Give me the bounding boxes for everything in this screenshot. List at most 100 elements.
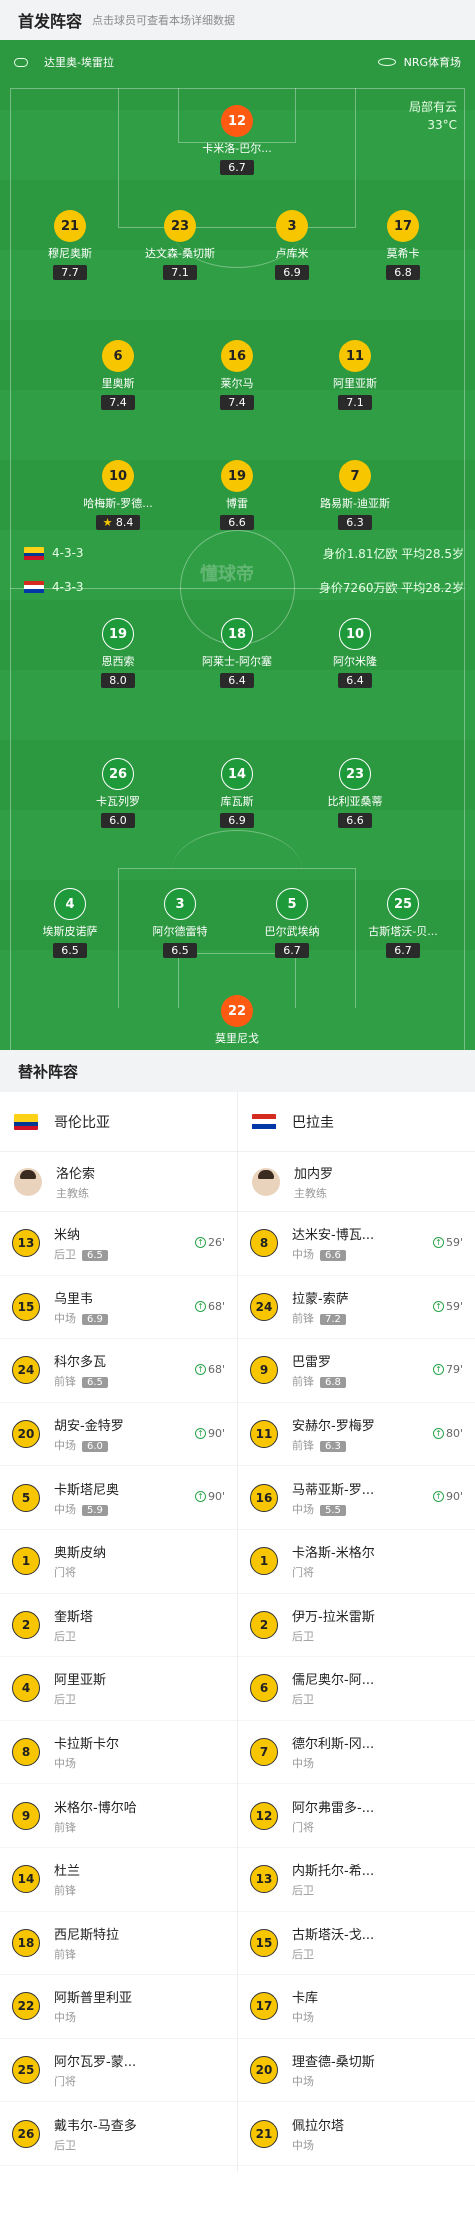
bench-player-row[interactable]: 22 阿斯普里利亚 中场: [0, 1975, 237, 2039]
home-player[interactable]: 16 莱尔马 7.4: [182, 340, 292, 410]
jersey-number: 4: [54, 888, 86, 920]
away-player[interactable]: 26 卡瓦列罗 6.0: [63, 758, 173, 828]
bench-player-row[interactable]: 11 安赫尔-罗梅罗 前锋 6.3 ↑ 80': [238, 1403, 475, 1467]
player-name: 科尔多瓦: [54, 1355, 107, 1371]
bench-player-row[interactable]: 4 阿里亚斯 后卫: [0, 1657, 237, 1721]
bench-player-row[interactable]: 2 奎斯塔 后卫: [0, 1594, 237, 1658]
bench-player-row[interactable]: 17 卡库 中场: [238, 1975, 475, 2039]
jersey-number: 18: [12, 1928, 40, 1957]
home-player[interactable]: 21 穆尼奥斯 7.7: [15, 210, 125, 280]
bench-player-row[interactable]: 9 米格尔-博尔哈 前锋: [0, 1784, 237, 1848]
away-bench: 巴拉圭 加内罗 主教练 8 达米安-博瓦... 中场 6.6 ↑ 59' 24 拉蒙-索萨 前锋…: [238, 1092, 475, 2172]
star-icon: ★: [102, 516, 116, 529]
player-name: 哈梅斯-罗德...: [83, 497, 153, 510]
bench-player-row[interactable]: 15 乌里韦 中场 6.9 ↑ 68': [0, 1276, 237, 1340]
bench-player-row[interactable]: 13 米纳 后卫 6.5 ↑ 26': [0, 1212, 237, 1276]
jersey-number: 21: [250, 2119, 278, 2148]
away-player[interactable]: 19 恩西索 8.0: [63, 618, 173, 688]
player-position: 中场: [292, 2138, 314, 2152]
player-position: 后卫: [292, 1884, 314, 1898]
sub-on-indicator: ↑ 59': [432, 1236, 463, 1249]
jersey-number: 5: [12, 1483, 40, 1512]
home-player[interactable]: 23 达文森-桑切斯 7.1: [125, 210, 235, 280]
player-rating: 6.9: [82, 1313, 108, 1325]
bench-player-row[interactable]: 8 卡拉斯卡尔 中场: [0, 1721, 237, 1785]
stadium-icon: [377, 58, 396, 66]
bench-player-row[interactable]: 24 科尔多瓦 前锋 6.5 ↑ 68': [0, 1339, 237, 1403]
bench-player-row[interactable]: 9 巴雷罗 前锋 6.8 ↑ 79': [238, 1339, 475, 1403]
bench-player-row[interactable]: 7 德尔利斯-冈... 中场: [238, 1721, 475, 1785]
bench-player-row[interactable]: 20 理查德-桑切斯 中场: [238, 2039, 475, 2103]
player-name: 乌里韦: [54, 1291, 94, 1307]
bench-player-row[interactable]: 20 胡安-金特罗 中场 6.0 ↑ 90': [0, 1403, 237, 1467]
player-position: 中场: [292, 1757, 314, 1771]
bench-player-row[interactable]: 8 达米安-博瓦... 中场 6.6 ↑ 59': [238, 1212, 475, 1276]
away-player[interactable]: 4 埃斯皮诺萨 6.5: [15, 888, 125, 958]
home-player[interactable]: 7 路易斯-迪亚斯 6.3: [300, 460, 410, 530]
player-name: 卡瓦列罗: [96, 795, 140, 808]
player-name: 巴雷罗: [292, 1355, 332, 1371]
away-coach[interactable]: 加内罗 主教练: [238, 1152, 475, 1212]
bench-player-row[interactable]: 2 伊万-拉米雷斯 后卫: [238, 1594, 475, 1658]
home-player[interactable]: 10 哈梅斯-罗德... ★ 8.4: [63, 460, 173, 530]
bench-player-row[interactable]: 26 戴韦尔-马查多 后卫: [0, 2102, 237, 2166]
home-player[interactable]: 12 卡米洛-巴尔... 6.7: [182, 105, 292, 175]
rating-value: 6.0: [109, 814, 127, 827]
player-rating: 6.8: [386, 265, 420, 280]
player-position: 中场: [292, 2011, 314, 2025]
bench-player-row[interactable]: 14 杜兰 前锋: [0, 1848, 237, 1912]
bench-player-row[interactable]: 18 西尼斯特拉 前锋: [0, 1912, 237, 1976]
away-player[interactable]: 3 阿尔德雷特 6.5: [125, 888, 235, 958]
player-rating: ★ 8.4: [95, 515, 141, 530]
bench-player-row[interactable]: 1 卡洛斯-米格尔 门将: [238, 1530, 475, 1594]
away-player[interactable]: 18 阿莱士-阿尔塞 6.4: [182, 618, 292, 688]
player-name: 胡安-金特罗: [54, 1419, 124, 1435]
player-rating: 6.7: [386, 943, 420, 958]
home-team-name: 哥伦比亚: [54, 1114, 110, 1131]
jersey-number: 24: [250, 1292, 278, 1321]
bench-player-row[interactable]: 15 古斯塔沃-戈... 后卫: [238, 1912, 475, 1976]
player-position: 中场: [54, 1439, 76, 1453]
home-bench-team[interactable]: 哥伦比亚: [0, 1092, 237, 1152]
player-position: 前锋: [292, 1375, 314, 1389]
bench-player-row[interactable]: 5 卡斯塔尼奥 中场 5.9 ↑ 90': [0, 1466, 237, 1530]
jersey-number: 11: [339, 340, 371, 372]
jersey-number: 7: [250, 1738, 278, 1767]
away-player[interactable]: 10 阿尔米隆 6.4: [300, 618, 410, 688]
player-rating: 7.7: [53, 265, 87, 280]
away-player[interactable]: 23 比利亚桑蒂 6.6: [300, 758, 410, 828]
rating-value: 7.4: [228, 396, 246, 409]
jersey-number: 22: [221, 995, 253, 1027]
away-player[interactable]: 5 巴尔武埃纳 6.7: [237, 888, 347, 958]
bench-player-row[interactable]: 16 马蒂亚斯-罗... 中场 5.5 ↑ 90': [238, 1466, 475, 1530]
bench-player-row[interactable]: 12 阿尔弗雷多-... 门将: [238, 1784, 475, 1848]
home-player[interactable]: 6 里奥斯 7.4: [63, 340, 173, 410]
referee-info: 达里奥-埃雷拉: [14, 54, 114, 70]
away-player[interactable]: 25 古斯塔沃-贝... 6.7: [348, 888, 458, 958]
bench-player-row[interactable]: 24 拉蒙-索萨 前锋 7.2 ↑ 59': [238, 1276, 475, 1340]
home-player[interactable]: 3 卢库米 6.9: [237, 210, 347, 280]
bench-player-row[interactable]: 21 佩拉尔塔 中场: [238, 2102, 475, 2166]
home-player[interactable]: 11 阿里亚斯 7.1: [300, 340, 410, 410]
bench-player-row[interactable]: 1 奥斯皮纳 门将: [0, 1530, 237, 1594]
home-player[interactable]: 19 博雷 6.6: [182, 460, 292, 530]
bench-player-row[interactable]: 13 内斯托尔-希... 后卫: [238, 1848, 475, 1912]
rating-value: 6.9: [283, 266, 301, 279]
away-player[interactable]: 14 库瓦斯 6.9: [182, 758, 292, 828]
page-header: 首发阵容 点击球员可查看本场详细数据: [0, 0, 475, 40]
jersey-number: 17: [387, 210, 419, 242]
home-coach[interactable]: 洛伦索 主教练: [0, 1152, 237, 1212]
coach-role: 主教练: [294, 1186, 327, 1200]
player-position: 中场: [292, 2075, 314, 2089]
player-name: 卡斯塔尼奥: [54, 1482, 120, 1498]
away-player[interactable]: 22莫里尼戈6.0: [182, 995, 292, 1050]
jersey-number: 15: [250, 1928, 278, 1957]
player-position: 中场: [292, 1502, 314, 1516]
away-formation: 4-3-3: [52, 580, 84, 594]
rating-value: 7.1: [346, 396, 364, 409]
home-player[interactable]: 17 莫希卡 6.8: [348, 210, 458, 280]
away-bench-team[interactable]: 巴拉圭: [238, 1092, 475, 1152]
bench-player-row[interactable]: 25 阿尔瓦罗-蒙... 门将: [0, 2039, 237, 2103]
jersey-number: 23: [339, 758, 371, 790]
bench-player-row[interactable]: 6 儒尼奥尔-阿... 后卫: [238, 1657, 475, 1721]
